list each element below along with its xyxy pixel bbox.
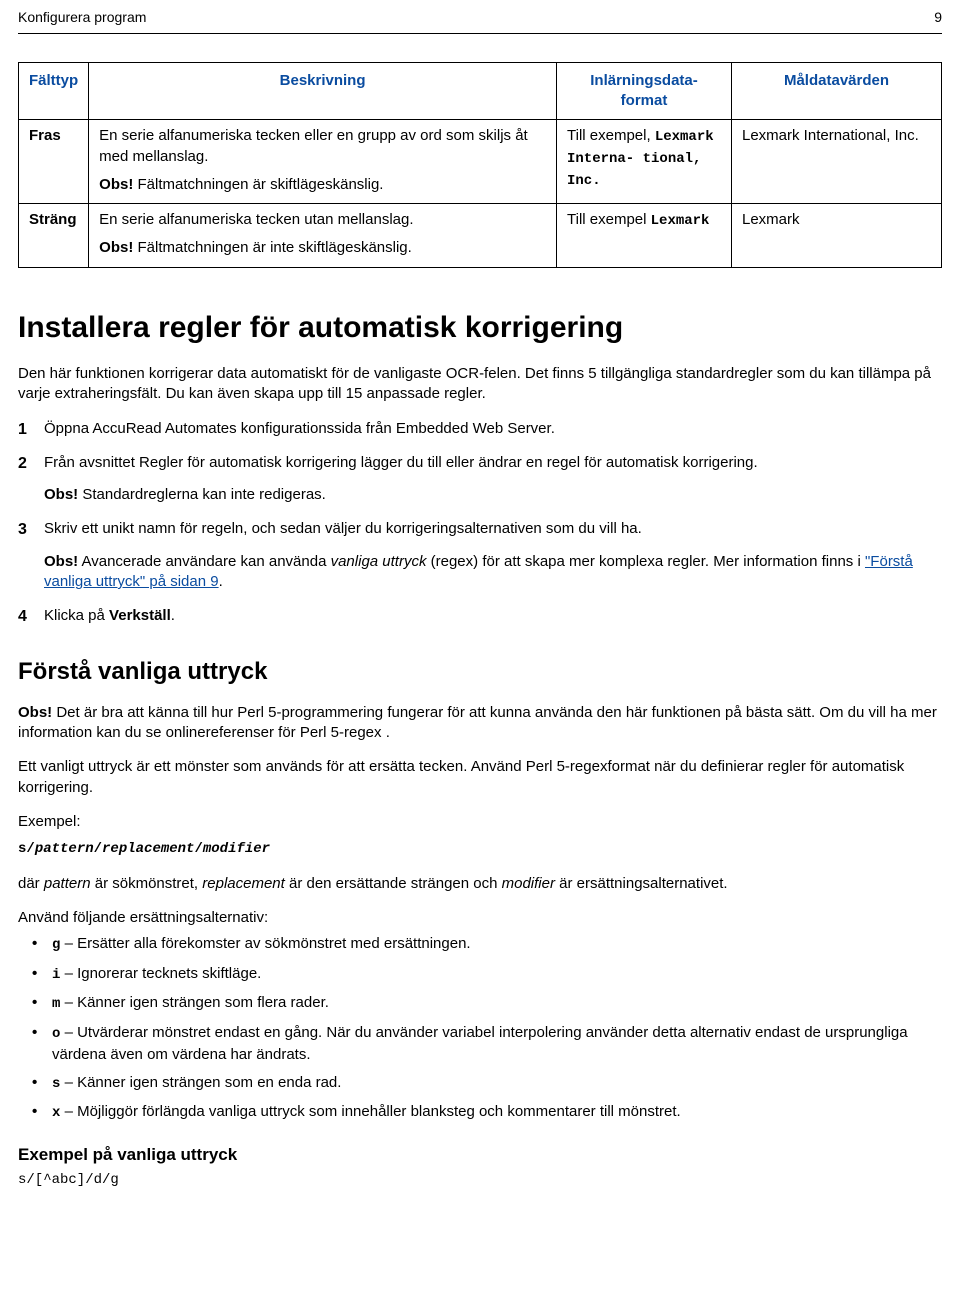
regex-def: där pattern är sökmönstret, replacement … <box>18 874 942 894</box>
cell-fras-type: Fras <box>19 120 89 204</box>
text-o: – Utvärderar mönstret endast en gång. Nä… <box>52 1024 908 1063</box>
bullet-s: s – Känner igen strängen som en enda rad… <box>52 1073 942 1095</box>
th-falttyp: Fälttyp <box>19 62 89 120</box>
step-1: 1 Öppna AccuRead Automates konfiguration… <box>44 419 942 439</box>
obs-text: Fältmatchningen är skiftlägeskänslig. <box>133 176 383 193</box>
page-header: Konfigurera program 9 <box>18 8 942 27</box>
regex-p2: Ett vanligt uttryck är ett mönster som a… <box>18 757 942 798</box>
def-replacement: replacement <box>202 875 285 892</box>
strang-obs: Obs! Fältmatchningen är inte skiftlägesk… <box>99 238 546 258</box>
th-inlarning: Inlärningsdata- format <box>557 62 732 120</box>
text-x: – Möjliggör förlängda vanliga uttryck so… <box>60 1103 680 1120</box>
def-mid2: är den ersättande strängen och <box>285 875 502 892</box>
step-number: 4 <box>18 606 27 628</box>
cell-fras-beskriv: En serie alfanumeriska tecken eller en g… <box>89 120 557 204</box>
regex-obs: Obs! Det är bra att känna till hur Perl … <box>18 703 942 744</box>
bullet-g: g – Ersätter alla förekomster av sökmöns… <box>52 934 942 956</box>
text-g: – Ersätter alla förekomster av sökmönstr… <box>60 935 470 952</box>
inl-mono: Lexmark <box>651 213 710 229</box>
table-row-fras: Fras En serie alfanumeriska tecken eller… <box>19 120 942 204</box>
code-pattern: pattern <box>35 841 94 857</box>
text-m: – Känner igen strängen som flera rader. <box>60 994 329 1011</box>
obs-text: Standardreglerna kan inte redigeras. <box>78 486 326 503</box>
header-rule <box>18 33 942 34</box>
example-code: s/[^abc]/d/g <box>18 1171 942 1190</box>
th-maldata: Måldatavärden <box>732 62 942 120</box>
text-s: – Känner igen strängen som en enda rad. <box>60 1074 341 1091</box>
code-s: s/ <box>18 841 35 857</box>
inl-prefix: Till exempel, <box>567 127 655 144</box>
def-pre: där <box>18 875 44 892</box>
step-bold: Verkställ <box>109 607 171 624</box>
step-2: 2 Från avsnittet Regler för automatisk k… <box>44 453 942 506</box>
obs-label: Obs! <box>44 486 78 503</box>
def-post: är ersättningsalternativet. <box>555 875 728 892</box>
cell-strang-type: Sträng <box>19 204 89 268</box>
heading-regex-examples: Exempel på vanliga uttryck <box>18 1144 942 1167</box>
field-type-table: Fälttyp Beskrivning Inlärningsdata- form… <box>18 62 942 268</box>
cell-strang-inl: Till exempel Lexmark <box>557 204 732 268</box>
obs-mid: (regex) för att skapa mer komplexa regle… <box>426 553 865 570</box>
code-sep1: / <box>94 841 102 857</box>
text-i: – Ignorerar tecknets skiftläge. <box>60 965 261 982</box>
cell-strang-beskriv: En serie alfanumeriska tecken utan mella… <box>89 204 557 268</box>
def-modifier: modifier <box>502 875 555 892</box>
bullet-x: x – Möjliggör förlängda vanliga uttryck … <box>52 1102 942 1124</box>
heading-install-rules: Installera regler för automatisk korrige… <box>18 308 942 349</box>
step-4: 4 Klicka på Verkställ. <box>44 606 942 626</box>
step-number: 2 <box>18 453 27 475</box>
fras-desc: En serie alfanumeriska tecken eller en g… <box>99 126 546 167</box>
cell-strang-mal: Lexmark <box>732 204 942 268</box>
step-note: Obs! Avancerade användare kan använda va… <box>44 552 942 593</box>
step-pre: Klicka på <box>44 607 109 624</box>
obs-label: Obs! <box>99 176 133 193</box>
table-row-strang: Sträng En serie alfanumeriska tecken uta… <box>19 204 942 268</box>
obs-post: . <box>219 573 223 590</box>
fras-obs: Obs! Fältmatchningen är skiftlägeskänsli… <box>99 175 546 195</box>
def-pattern: pattern <box>44 875 91 892</box>
obs-label: Obs! <box>99 239 133 256</box>
use-following: Använd följande ersättningsalternativ: <box>18 908 942 928</box>
example-label: Exempel: <box>18 812 942 832</box>
regex-syntax: s/pattern/replacement/modifier <box>18 838 942 860</box>
code-sep2: / <box>194 841 202 857</box>
code-modifier: modifier <box>203 841 270 857</box>
intro-paragraph: Den här funktionen korrigerar data autom… <box>18 364 942 405</box>
steps-list: 1 Öppna AccuRead Automates konfiguration… <box>18 419 942 627</box>
strang-desc: En serie alfanumeriska tecken utan mella… <box>99 210 546 230</box>
modifier-list: g – Ersätter alla förekomster av sökmöns… <box>18 934 942 1124</box>
obs-text: Fältmatchningen är inte skiftlägeskänsli… <box>133 239 411 256</box>
obs-label: Obs! <box>18 704 52 721</box>
step-post: . <box>171 607 175 624</box>
step-3: 3 Skriv ett unikt namn för regeln, och s… <box>44 519 942 592</box>
bullet-i: i – Ignorerar tecknets skiftläge. <box>52 964 942 986</box>
step-text: Skriv ett unikt namn för regeln, och sed… <box>44 520 642 537</box>
obs-em: vanliga uttryck <box>331 553 427 570</box>
obs-text: Det är bra att känna till hur Perl 5-pro… <box>18 704 937 741</box>
heading-regex: Förstå vanliga uttryck <box>18 656 942 688</box>
cell-fras-inl: Till exempel, Lexmark Interna- tional, I… <box>557 120 732 204</box>
header-left: Konfigurera program <box>18 8 146 27</box>
def-mid1: är sökmönstret, <box>91 875 203 892</box>
bullet-m: m – Känner igen strängen som flera rader… <box>52 993 942 1015</box>
step-number: 1 <box>18 419 27 441</box>
bullet-o: o – Utvärderar mönstret endast en gång. … <box>52 1023 942 1065</box>
obs-pre: Avancerade användare kan använda <box>78 553 330 570</box>
obs-label: Obs! <box>44 553 78 570</box>
code-replacement: replacement <box>102 841 194 857</box>
step-text: Från avsnittet Regler för automatisk kor… <box>44 454 758 471</box>
step-number: 3 <box>18 519 27 541</box>
inl-prefix: Till exempel <box>567 211 651 228</box>
table-header-row: Fälttyp Beskrivning Inlärningsdata- form… <box>19 62 942 120</box>
th-beskrivning: Beskrivning <box>89 62 557 120</box>
step-note: Obs! Standardreglerna kan inte redigeras… <box>44 485 942 505</box>
step-text: Öppna AccuRead Automates konfigurationss… <box>44 420 555 437</box>
page-number: 9 <box>934 8 942 27</box>
cell-fras-mal: Lexmark International, Inc. <box>732 120 942 204</box>
